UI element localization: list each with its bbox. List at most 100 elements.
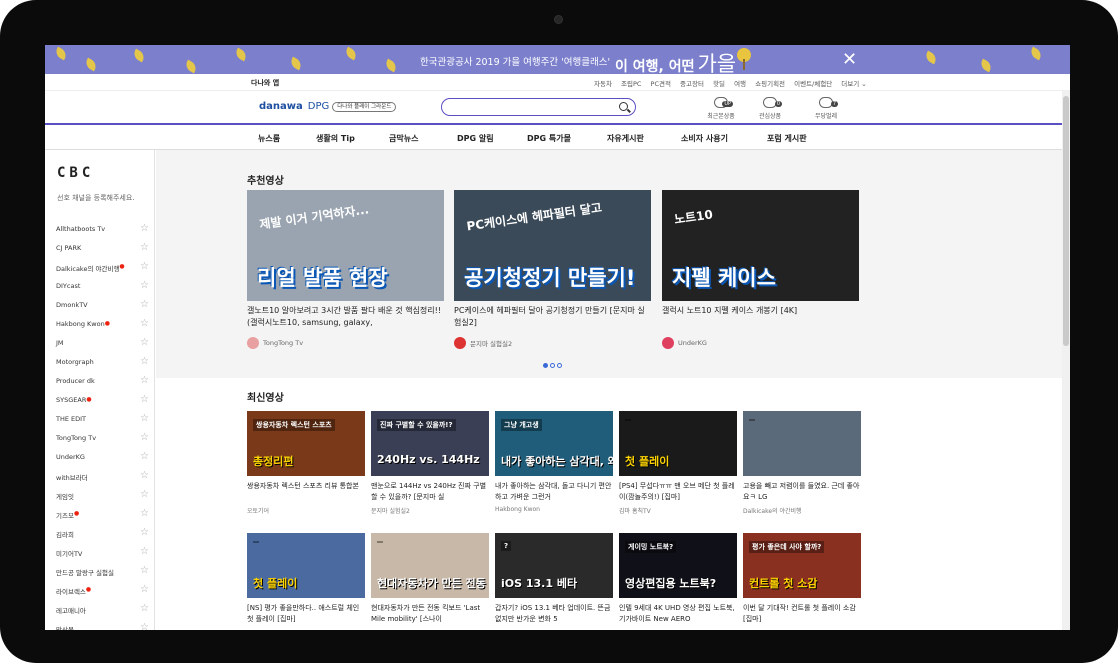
nav-item[interactable]: 소비자 사용기 xyxy=(681,133,728,144)
util-link[interactable]: 중고장터 xyxy=(680,80,704,88)
video-thumbnail[interactable]: 그냥 개고생 내가 좋아하는 삼각대, 왜? xyxy=(495,411,613,476)
channel-name[interactable]: 문지마 실험실2 xyxy=(470,338,512,348)
recent-products-button[interactable]: UP 최근본상품 xyxy=(701,97,741,120)
video-title[interactable]: PC케이스에 헤파필터 달아 공기청정기 만들기 [문지마 실험실2] xyxy=(454,305,651,329)
video-title[interactable]: [NS] 평가 좋을만하다.. 애스트럴 체인 첫 플레이 [집마] xyxy=(247,603,365,625)
channel-name[interactable]: 레고매니아 xyxy=(56,607,86,615)
star-icon[interactable]: ☆ xyxy=(140,527,149,538)
sidebar-item[interactable]: 만드공 말랑구 실험실 ☆ xyxy=(56,565,151,586)
video-title[interactable]: 고용을 빼고 저렴이를 들였요. 근데 좋아요ㅋ LG xyxy=(743,481,861,503)
site-logo[interactable]: danawa DPG 다나와 플레이 그라운드 xyxy=(259,101,397,112)
star-icon[interactable]: ☆ xyxy=(140,451,149,462)
sidebar-item[interactable]: THE EDIT ☆ xyxy=(56,413,151,434)
video-title[interactable]: 갤노트10 알아보려고 3시간 발품 팔다 배운 것 핵심정리!!(갤럭시노트1… xyxy=(247,305,444,329)
channel-name[interactable]: CJ PARK xyxy=(56,244,81,252)
sidebar-item[interactable]: Motorgraph ☆ xyxy=(56,356,151,377)
sidebar-item[interactable]: Dalkicake의 야간비행● ☆ xyxy=(56,261,151,282)
star-icon[interactable]: ☆ xyxy=(140,546,149,557)
star-icon[interactable]: ☆ xyxy=(140,394,149,405)
video-card[interactable]: 첫 플레이 [NS] 평가 좋을만하다.. 애스트럴 체인 첫 플레이 [집마] xyxy=(247,533,365,628)
sidebar-item[interactable]: Hakbong Kwon● ☆ xyxy=(56,318,151,339)
sidebar-item[interactable]: 맛상몽 ☆ xyxy=(56,622,151,630)
video-card[interactable]: 고용을 빼고 저렴이를 들였요. 근데 좋아요ㅋ LG Dalkicake의 야간… xyxy=(743,411,861,515)
channel-name[interactable]: 라이브렉스 xyxy=(56,588,86,596)
sidebar-item[interactable]: 게임잇 ☆ xyxy=(56,489,151,510)
carousel-dot[interactable] xyxy=(550,363,555,368)
video-thumbnail[interactable]: 노트10 지펠 케이스 xyxy=(662,190,859,301)
scrollbar[interactable] xyxy=(1062,91,1070,630)
wishlist-button[interactable]: 0 관심상품 xyxy=(750,97,790,120)
sidebar-item[interactable]: with브라더 ☆ xyxy=(56,470,151,491)
video-card[interactable]: 평가 좋은데 사야 할까? 컨트롤 첫 소감 이번 달 기대작! 컨트롤 첫 플레이… xyxy=(743,533,861,628)
sidebar-item[interactable]: SYSGEAR● ☆ xyxy=(56,394,151,415)
sidebar-item[interactable]: UnderKG ☆ xyxy=(56,451,151,472)
star-icon[interactable]: ☆ xyxy=(140,489,149,500)
channel-name[interactable]: SYSGEAR xyxy=(56,396,86,404)
danawa-app-link[interactable]: 다나와 앱 xyxy=(251,78,279,88)
star-icon[interactable]: ☆ xyxy=(140,299,149,310)
channel-name[interactable]: DmonkTV xyxy=(56,301,88,309)
star-icon[interactable]: ☆ xyxy=(140,413,149,424)
channel-name[interactable]: 기즈모 xyxy=(56,512,74,520)
sidebar-item[interactable]: 김라희 ☆ xyxy=(56,527,151,548)
star-icon[interactable]: ☆ xyxy=(140,565,149,576)
star-icon[interactable]: ☆ xyxy=(140,261,149,272)
nav-item[interactable]: DPG 알림 xyxy=(457,133,494,144)
sidebar-item[interactable]: 기즈모● ☆ xyxy=(56,508,151,529)
ad-banner[interactable]: 한국관광공사 2019 가을 여행주간 '여행클래스' 이 여행, 어떤 가을 ✕ xyxy=(45,45,1070,74)
video-title[interactable]: 내가 좋아하는 삼각대, 돌고 다니기 편안하고 가벼운 그런거 xyxy=(495,481,613,503)
channel-name[interactable]: 문지마 실험실2 xyxy=(371,506,489,515)
nav-item[interactable]: DPG 특가몰 xyxy=(527,133,571,144)
search-icon[interactable] xyxy=(619,102,628,111)
channel-name[interactable]: 맛상몽 xyxy=(56,626,74,630)
video-card[interactable]: 진짜 구별할 수 있을까!? 240Hz vs. 144Hz 맨눈으로 144Hz … xyxy=(371,411,489,515)
video-thumbnail[interactable]: PC케이스에 헤파필터 달고 공기청정기 만들기! xyxy=(454,190,651,301)
carousel-dot[interactable] xyxy=(557,363,562,368)
nav-item[interactable]: 포럼 게시판 xyxy=(767,133,807,144)
video-card[interactable]: 현대자동차가 만든 전동 킥보드현대자동차가 만든 전동 킥보드 'Last M… xyxy=(371,533,489,628)
util-link[interactable]: 여행 xyxy=(734,80,746,88)
nav-item[interactable]: 뉴스룸 xyxy=(258,133,280,144)
video-thumbnail[interactable]: 진짜 구별할 수 있을까!? 240Hz vs. 144Hz xyxy=(371,411,489,476)
video-card[interactable]: 게이밍 노트북? 영상편집용 노트북? 인텔 9세대 4K UHD 영상 편집 노트… xyxy=(619,533,737,628)
channel-name[interactable]: Dalkicake의 야간비행 xyxy=(743,506,861,515)
channel-name[interactable]: 미기어TV xyxy=(56,550,82,558)
video-thumbnail[interactable] xyxy=(743,411,861,476)
recommended-video-card[interactable]: 노트10 지펠 케이스갤럭시 노트10 지펠 케이스 개봉기 [4K] UnderK… xyxy=(662,190,859,349)
star-icon[interactable]: ☆ xyxy=(140,356,149,367)
channel-name[interactable]: TongTong Tv xyxy=(263,339,303,347)
star-icon[interactable]: ☆ xyxy=(140,223,149,234)
video-thumbnail[interactable]: 현대자동차가 만든 전동 킥보드 xyxy=(371,533,489,598)
star-icon[interactable]: ☆ xyxy=(140,622,149,630)
util-link[interactable]: PC견적 xyxy=(651,80,671,88)
sidebar-item[interactable]: Allthatboots Tv ☆ xyxy=(56,223,151,244)
video-thumbnail[interactable]: 게이밍 노트북? 영상편집용 노트북? xyxy=(619,533,737,598)
video-card[interactable]: ? iOS 13.1 베타 갑자기? iOS 13.1 베타 업데이트. 뜬금 없지… xyxy=(495,533,613,628)
util-link[interactable]: 조립PC xyxy=(621,80,641,88)
channel-name[interactable]: TongTong Tv xyxy=(56,434,96,442)
sidebar-item[interactable]: CJ PARK ☆ xyxy=(56,242,151,263)
channel-name[interactable]: Motorgraph xyxy=(56,358,94,366)
video-title[interactable]: 갤럭시 노트10 지펠 케이스 개봉기 [4K] xyxy=(662,305,859,329)
video-thumbnail[interactable]: 첫 플레이 xyxy=(247,533,365,598)
video-title[interactable]: [PS4] 무섭다ㅠㅠ 맨 오브 메단 첫 플레이(깜놀주의!) [집마] xyxy=(619,481,737,503)
video-title[interactable]: 인텔 9세대 4K UHD 영상 편집 노트북, 기가바이트 New AERO xyxy=(619,603,737,625)
channel-name[interactable]: Hakbong Kwon xyxy=(56,320,105,328)
sidebar-item[interactable]: 라이브렉스● ☆ xyxy=(56,584,151,605)
channel-name[interactable]: UnderKG xyxy=(678,339,707,347)
nav-item[interactable]: 생활의 Tip xyxy=(316,133,355,144)
sidebar-item[interactable]: JM ☆ xyxy=(56,337,151,358)
video-thumbnail[interactable]: 제발 이거 기억하자... 리얼 발품 현장 xyxy=(247,190,444,301)
video-title[interactable]: 갑자기? iOS 13.1 베타 업데이트. 뜬금 없지만 반가운 변화 5 xyxy=(495,603,613,625)
star-icon[interactable]: ☆ xyxy=(140,375,149,386)
sidebar-item[interactable]: DmonkTV ☆ xyxy=(56,299,151,320)
scrollbar-thumb[interactable] xyxy=(1063,96,1069,346)
video-thumbnail[interactable]: 평가 좋은데 사야 할까? 컨트롤 첫 소감 xyxy=(743,533,861,598)
channel-name[interactable]: 김마 홈칙TV xyxy=(619,506,737,515)
sidebar-item[interactable]: TongTong Tv ☆ xyxy=(56,432,151,453)
video-title[interactable]: 맨눈으로 144Hz vs 240Hz 진짜 구별할 수 있을까? [문지마 실 xyxy=(371,481,489,503)
sidebar-item[interactable]: DIYcast ☆ xyxy=(56,280,151,301)
channel-name[interactable]: 김라희 xyxy=(56,531,74,539)
star-icon[interactable]: ☆ xyxy=(140,470,149,481)
channel-name[interactable]: 만드공 말랑구 실험실 xyxy=(56,569,114,577)
